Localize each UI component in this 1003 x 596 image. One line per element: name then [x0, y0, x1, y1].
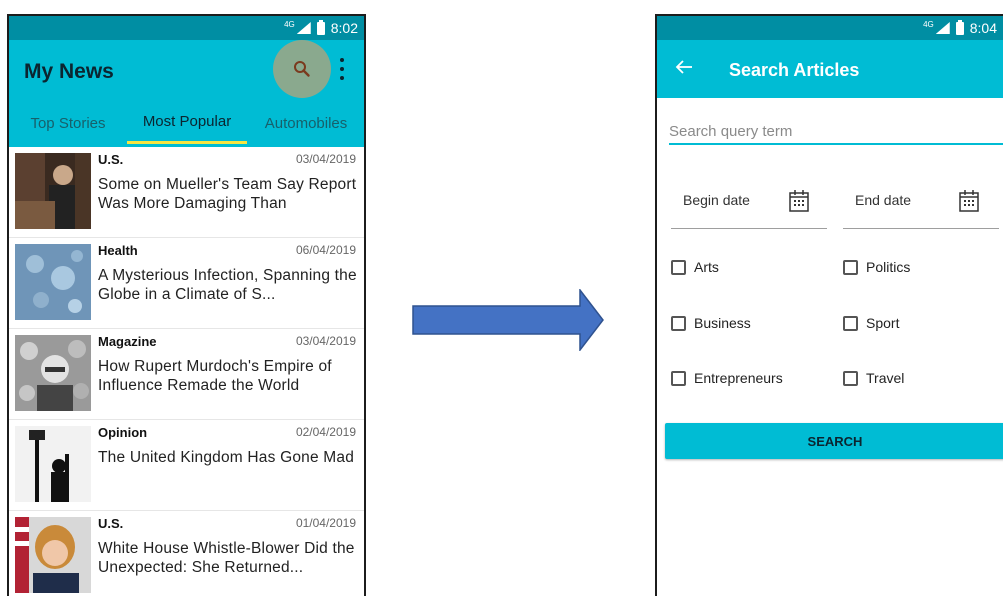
status-bar: 4G 8:02 [9, 16, 364, 40]
article-headline: Some on Mueller's Team Say Report Was Mo… [98, 176, 357, 212]
app-title: My News [24, 60, 114, 83]
status-time: 8:02 [330, 20, 358, 36]
checkbox-label: Business [694, 315, 751, 331]
calendar-icon[interactable] [959, 190, 979, 212]
app-bar: My News Top Stories Most Popular Automob… [9, 40, 364, 147]
checkbox-business[interactable]: Business [671, 315, 751, 331]
page-title: Search Articles [729, 60, 860, 80]
checkbox-box[interactable] [843, 315, 858, 331]
checkbox-label: Sport [866, 315, 900, 331]
article-date: 02/04/2019 [295, 425, 356, 439]
search-query-input[interactable] [669, 119, 1003, 145]
tab-most-popular[interactable]: Most Popular [127, 102, 247, 144]
article-date: 03/04/2019 [295, 334, 356, 348]
signal-icon [935, 22, 950, 34]
article-section: Magazine [98, 334, 157, 349]
begin-date-label: Begin date [683, 192, 750, 208]
status-bar: 4G 8:04 [657, 16, 1003, 40]
search-button[interactable]: SEARCH [665, 423, 1003, 459]
search-button[interactable] [273, 40, 331, 98]
article-date: 06/04/2019 [295, 243, 356, 257]
article-item[interactable]: U.S. 03/04/2019 Some on Mueller's Team S… [9, 147, 364, 238]
article-item[interactable]: Magazine 03/04/2019 How Rupert Murdoch's… [9, 329, 364, 420]
article-section: Health [98, 243, 138, 258]
checkbox-arts[interactable]: Arts [671, 259, 719, 275]
article-thumbnail [15, 335, 91, 411]
checkbox-label: Arts [694, 259, 719, 275]
back-arrow-icon[interactable] [675, 59, 693, 75]
article-headline: How Rupert Murdoch's Empire of Influence… [98, 358, 332, 394]
tab-bar: Top Stories Most Popular Automobiles [9, 102, 364, 147]
article-section: U.S. [98, 516, 124, 531]
article-item[interactable]: U.S. 01/04/2019 White House Whistle-Blow… [9, 511, 364, 596]
article-section: Opinion [98, 425, 148, 440]
app-bar: Search Articles [657, 40, 1003, 98]
search-articles-screen: 4G 8:04 Search Articles Begin date End d… [655, 14, 1003, 596]
checkbox-politics[interactable]: Politics [843, 259, 910, 275]
battery-icon [955, 19, 964, 35]
article-thumbnail [15, 244, 91, 320]
calendar-icon[interactable] [789, 190, 809, 212]
network-type: 4G [284, 19, 295, 29]
checkbox-box[interactable] [671, 370, 686, 386]
begin-date-field[interactable]: Begin date [671, 186, 827, 229]
status-time: 8:04 [969, 20, 997, 36]
checkbox-label: Travel [866, 370, 905, 386]
checkbox-label: Entrepreneurs [694, 370, 783, 386]
news-list-screen: 4G 8:02 My News Top Stories Most Popular… [7, 14, 366, 596]
article-date: 01/04/2019 [295, 516, 356, 530]
article-headline: White House Whistle-Blower Did the Unexp… [98, 540, 355, 576]
checkbox-box[interactable] [671, 259, 686, 275]
end-date-field[interactable]: End date [843, 186, 999, 229]
more-options-icon[interactable] [339, 58, 345, 80]
checkbox-sport[interactable]: Sport [843, 315, 899, 331]
tab-automobiles[interactable]: Automobiles [247, 102, 364, 144]
checkbox-entrepreneurs[interactable]: Entrepreneurs [671, 370, 783, 386]
article-item[interactable]: Health 06/04/2019 A Mysterious Infection… [9, 238, 364, 329]
article-thumbnail [15, 426, 91, 502]
signal-icon [296, 22, 311, 34]
article-thumbnail [15, 153, 91, 229]
article-item[interactable]: Opinion 02/04/2019 The United Kingdom Ha… [9, 420, 364, 511]
checkbox-label: Politics [866, 259, 911, 275]
end-date-label: End date [855, 192, 912, 208]
network-type: 4G [923, 19, 934, 29]
checkbox-travel[interactable]: Travel [843, 370, 904, 386]
article-headline: The United Kingdom Has Gone Mad [98, 449, 355, 466]
search-icon [294, 61, 310, 77]
article-date: 03/04/2019 [295, 152, 356, 166]
checkbox-box[interactable] [843, 259, 858, 275]
checkbox-box[interactable] [843, 370, 858, 386]
article-list: U.S. 03/04/2019 Some on Mueller's Team S… [9, 147, 364, 596]
battery-icon [316, 19, 325, 35]
transition-arrow-icon [412, 289, 604, 351]
article-headline: A Mysterious Infection, Spanning the Glo… [98, 267, 357, 303]
checkbox-box[interactable] [671, 315, 686, 331]
article-section: U.S. [98, 152, 124, 167]
article-thumbnail [15, 517, 91, 593]
tab-top-stories[interactable]: Top Stories [9, 102, 127, 144]
